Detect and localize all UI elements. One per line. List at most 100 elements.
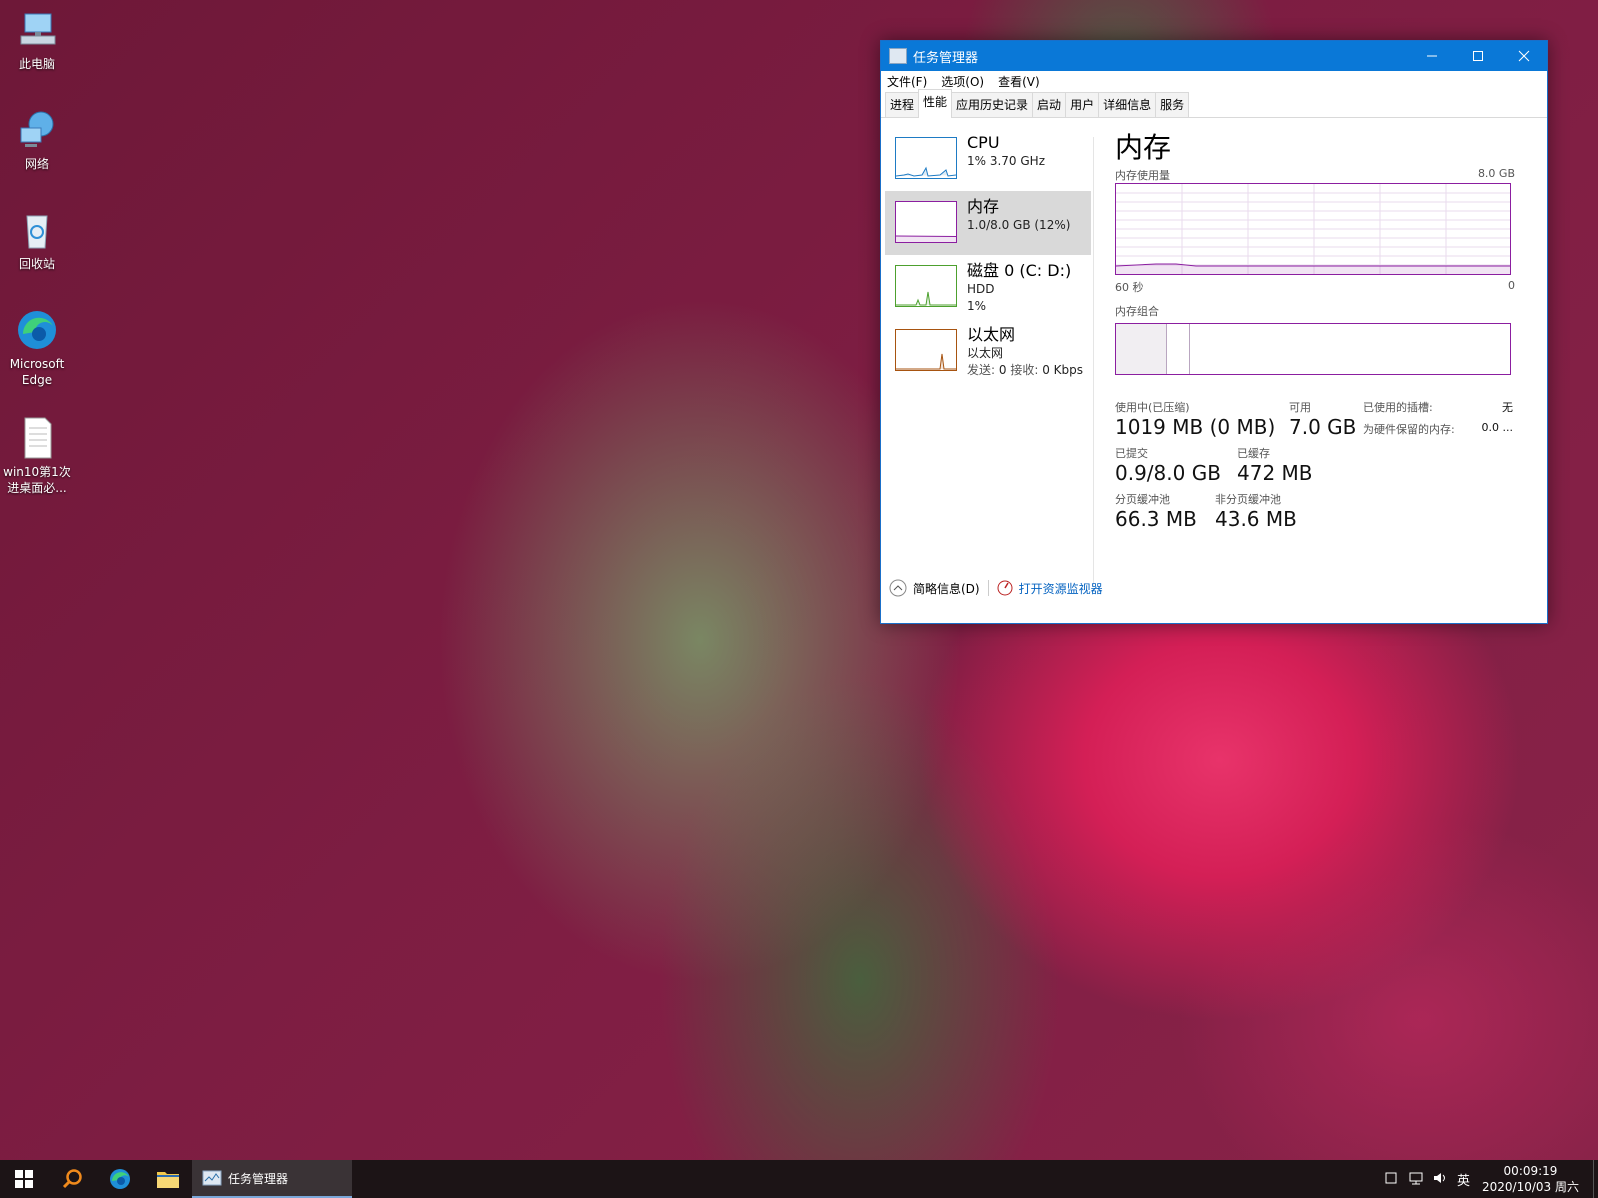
menu-options[interactable]: 选项(O) xyxy=(941,73,984,90)
task-manager-icon xyxy=(889,48,907,64)
resource-disk[interactable]: 磁盘 0 (C: D:) HDD 1% xyxy=(885,255,1091,319)
close-icon xyxy=(1518,50,1530,62)
resource-monitor-icon xyxy=(997,580,1013,596)
in-use-label: 使用中(已压缩) xyxy=(1115,401,1190,414)
send-label: 发送: xyxy=(967,363,996,377)
memory-detail-panel: 内存 内存使用量 8.0 GB 60 秒 0 内存组合 使用中(已压缩) 101… xyxy=(1115,127,1515,531)
clock[interactable]: 00:09:19 2020/10/03 周六 xyxy=(1482,1163,1579,1195)
network-icon xyxy=(15,108,59,152)
desktop-icon-recycle-bin[interactable]: 回收站 xyxy=(0,208,74,272)
resource-list: CPU 1% 3.70 GHz 内存 1.0/8.0 GB (12%) 磁盘 0… xyxy=(885,127,1091,387)
nonpaged-pool-value: 43.6 MB xyxy=(1215,507,1297,531)
resource-name: 内存 xyxy=(967,197,1000,216)
resource-detail: 1% 3.70 GHz xyxy=(967,154,1046,168)
resource-monitor-link[interactable]: 打开资源监视器 xyxy=(997,580,1103,597)
tab-details[interactable]: 详细信息 xyxy=(1098,92,1157,117)
chevron-up-icon xyxy=(889,579,907,597)
maximize-icon xyxy=(1473,51,1483,61)
paged-pool-label: 分页缓冲池 xyxy=(1115,493,1170,506)
minimize-icon xyxy=(1427,55,1437,57)
folder-icon xyxy=(157,1172,179,1188)
maximize-button[interactable] xyxy=(1455,41,1501,71)
resource-name: 磁盘 0 (C: D:) xyxy=(967,261,1072,280)
desktop-icon-label: 网络 xyxy=(24,157,49,171)
ime-indicator[interactable]: 英 xyxy=(1457,1170,1470,1189)
paged-pool-value: 66.3 MB xyxy=(1115,507,1197,531)
usage-label: 内存使用量 xyxy=(1115,169,1170,182)
resource-detail: 1.0/8.0 GB (12%) xyxy=(967,218,1071,232)
action-center-icon[interactable] xyxy=(1385,1172,1397,1187)
taskbar-file-explorer[interactable] xyxy=(144,1160,192,1198)
tab-performance[interactable]: 性能 xyxy=(918,89,953,118)
resource-detail: HDD xyxy=(967,282,995,296)
available-value: 7.0 GB xyxy=(1289,415,1357,439)
desktop-icon-text-file[interactable]: win10第1次进桌面必... xyxy=(0,416,74,496)
memory-usage-graph xyxy=(1115,183,1511,275)
resource-usage: 1% xyxy=(967,299,987,313)
slots-value: 无 xyxy=(1502,401,1513,414)
desktop-icon-this-pc[interactable]: 此电脑 xyxy=(0,8,74,72)
detail-title: 内存 xyxy=(1115,131,1172,164)
minimize-button[interactable] xyxy=(1409,41,1455,71)
tab-startup[interactable]: 启动 xyxy=(1032,92,1067,117)
taskbar-edge[interactable] xyxy=(96,1160,144,1198)
composition-in-use xyxy=(1116,324,1167,374)
ethernet-thumbnail-graph xyxy=(895,329,957,371)
window-title: 任务管理器 xyxy=(913,50,979,66)
receive-label: 接收: xyxy=(1010,363,1039,377)
recycle-bin-icon xyxy=(15,208,59,252)
reserved-label: 为硬件保留的内存: xyxy=(1363,423,1455,436)
time-axis-left: 60 秒 xyxy=(1115,281,1144,294)
brief-info-button[interactable]: 简略信息(D) xyxy=(889,579,980,597)
computer-icon xyxy=(15,8,59,52)
menu-file[interactable]: 文件(F) xyxy=(887,73,927,90)
desktop-icon-label: Microsoft Edge xyxy=(9,357,65,387)
cached-value: 472 MB xyxy=(1237,461,1313,485)
resource-cpu[interactable]: CPU 1% 3.70 GHz xyxy=(885,127,1091,191)
desktop-icon-network[interactable]: 网络 xyxy=(0,108,74,172)
memory-composition-bar xyxy=(1115,323,1511,375)
resource-name: CPU xyxy=(967,133,1000,152)
time-axis-right: 0 xyxy=(1508,279,1515,292)
task-manager-icon xyxy=(202,1170,222,1186)
edge-icon xyxy=(110,1169,130,1189)
tab-processes[interactable]: 进程 xyxy=(885,92,920,117)
start-button[interactable] xyxy=(0,1160,48,1198)
task-manager-window: 任务管理器 文件(F) 选项(O) 查看(V) 进程 性能 应用历史记录 启动 … xyxy=(880,40,1548,624)
close-button[interactable] xyxy=(1501,41,1547,71)
receive-value: 0 Kbps xyxy=(1042,363,1084,377)
resource-detail: 以太网 xyxy=(967,346,1004,360)
in-use-value: 1019 MB (0 MB) xyxy=(1115,415,1276,439)
desktop-icon-label: 此电脑 xyxy=(18,57,55,71)
menu-view[interactable]: 查看(V) xyxy=(998,73,1040,90)
usage-max: 8.0 GB xyxy=(1477,167,1515,180)
reserved-value: 0.0 ... xyxy=(1481,421,1513,434)
desktop-icon-label: 回收站 xyxy=(18,257,55,271)
footer-bar: 简略信息(D) 打开资源监视器 xyxy=(881,573,1547,603)
windows-logo-icon xyxy=(15,1170,33,1188)
composition-free xyxy=(1190,324,1510,374)
resource-ethernet[interactable]: 以太网 以太网 发送: 0 接收: 0 Kbps xyxy=(885,319,1091,387)
footer-divider xyxy=(987,580,989,596)
resource-memory[interactable]: 内存 1.0/8.0 GB (12%) xyxy=(885,191,1091,255)
title-bar[interactable]: 任务管理器 xyxy=(881,41,1547,71)
resource-name: 以太网 xyxy=(967,325,1016,344)
tab-services[interactable]: 服务 xyxy=(1155,92,1190,117)
network-tray-icon[interactable] xyxy=(1409,1171,1425,1188)
taskbar-app-label: 任务管理器 xyxy=(228,1171,289,1186)
disk-thumbnail-graph xyxy=(895,265,957,307)
volume-icon[interactable] xyxy=(1433,1171,1449,1188)
show-desktop-button[interactable] xyxy=(1593,1160,1598,1198)
tab-users[interactable]: 用户 xyxy=(1065,92,1100,117)
panel-divider xyxy=(1093,137,1094,587)
nonpaged-pool-label: 非分页缓冲池 xyxy=(1215,493,1281,506)
taskbar-task-manager[interactable]: 任务管理器 xyxy=(192,1160,352,1198)
search-button[interactable] xyxy=(48,1160,96,1198)
cpu-thumbnail-graph xyxy=(895,137,957,179)
committed-value: 0.9/8.0 GB xyxy=(1115,461,1221,485)
tab-app-history[interactable]: 应用历史记录 xyxy=(951,92,1034,117)
desktop-icon-edge[interactable]: Microsoft Edge xyxy=(0,308,74,388)
clock-time: 00:09:19 xyxy=(1503,1164,1558,1178)
memory-thumbnail-graph xyxy=(895,201,957,243)
search-icon xyxy=(62,1169,82,1189)
